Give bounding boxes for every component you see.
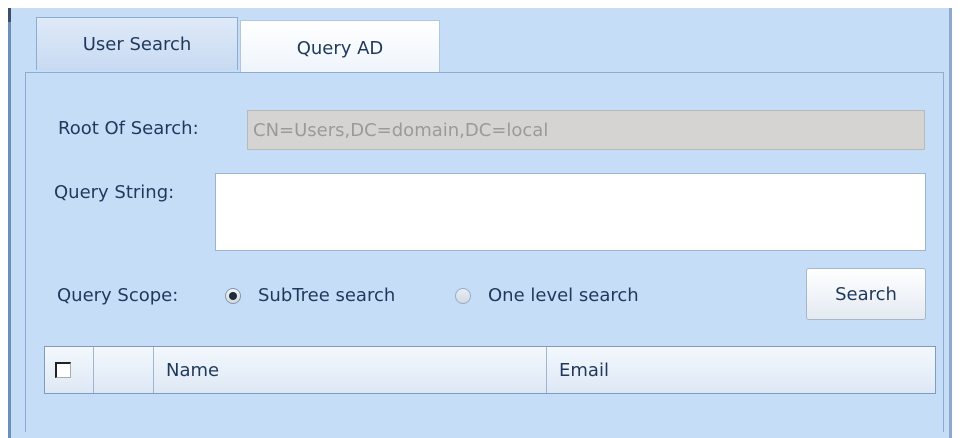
query-string-label: Query String: bbox=[54, 182, 175, 203]
tab-query-ad[interactable]: Query AD bbox=[240, 20, 440, 75]
one-level-search-label[interactable]: One level search bbox=[488, 285, 639, 306]
column-header-email[interactable]: Email bbox=[547, 347, 935, 393]
root-of-search-value: CN=Users,DC=domain,DC=local bbox=[253, 119, 549, 141]
root-of-search-field: CN=Users,DC=domain,DC=local bbox=[247, 110, 925, 150]
frame-border bbox=[949, 8, 952, 438]
tab-user-search-label: User Search bbox=[82, 33, 192, 55]
column-header-email-label: Email bbox=[559, 359, 609, 381]
one-level-search-radio[interactable] bbox=[455, 288, 471, 304]
query-string-input[interactable] bbox=[215, 173, 926, 251]
subtree-search-label[interactable]: SubTree search bbox=[258, 285, 395, 306]
subtree-search-radio[interactable] bbox=[225, 288, 241, 304]
tab-user-search[interactable]: User Search bbox=[36, 17, 238, 70]
column-header-name-label: Name bbox=[166, 359, 220, 381]
tab-query-ad-label: Query AD bbox=[296, 37, 384, 59]
select-all-column[interactable] bbox=[45, 347, 94, 393]
row-indicator-column bbox=[94, 347, 154, 393]
search-button-label: Search bbox=[835, 283, 897, 305]
frame-corner bbox=[8, 8, 11, 22]
root-of-search-label: Root Of Search: bbox=[58, 118, 199, 139]
column-header-name[interactable]: Name bbox=[154, 347, 547, 393]
query-scope-label: Query Scope: bbox=[57, 285, 179, 306]
search-button[interactable]: Search bbox=[806, 268, 926, 320]
results-grid-header: Name Email bbox=[44, 346, 936, 394]
select-all-checkbox[interactable] bbox=[55, 362, 71, 378]
